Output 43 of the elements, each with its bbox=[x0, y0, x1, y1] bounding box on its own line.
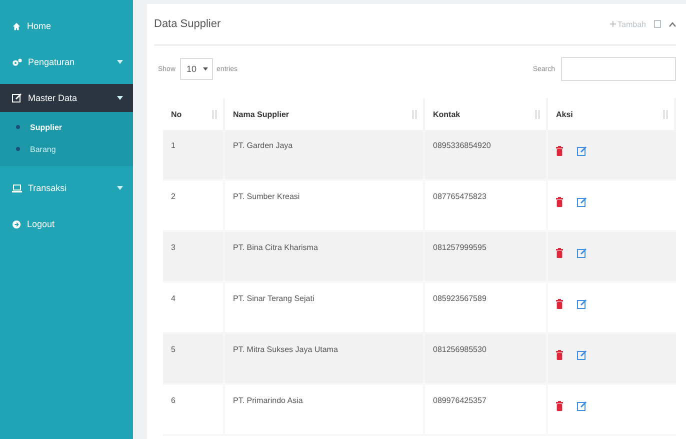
panel-title: Data Supplier bbox=[154, 18, 222, 30]
logout-icon bbox=[12, 220, 21, 228]
add-button[interactable]: Tambah bbox=[610, 20, 646, 28]
table-cell: 6 bbox=[163, 385, 225, 436]
table-cell: PT. Garden Jaya bbox=[225, 130, 425, 181]
bullet-icon bbox=[16, 125, 20, 129]
table-cell: 081256985530 bbox=[425, 334, 548, 385]
table-cell: 087765475823 bbox=[425, 181, 548, 232]
table-cell: 5 bbox=[163, 334, 225, 385]
laptop-icon bbox=[12, 184, 22, 192]
table-cell: PT. Bina Citra Kharisma bbox=[225, 232, 425, 283]
caret-icon bbox=[202, 67, 208, 71]
sidebar-item[interactable]: Logout bbox=[0, 210, 133, 238]
table-cell: 2 bbox=[163, 181, 225, 232]
sidebar-item[interactable]: Pengaturan bbox=[0, 48, 133, 76]
table-cell: 3 bbox=[163, 232, 225, 283]
search-field[interactable] bbox=[561, 57, 676, 81]
home-icon bbox=[12, 22, 21, 30]
settings-icon bbox=[12, 58, 22, 66]
page-size-select[interactable]: 10 bbox=[180, 58, 213, 80]
table-cell: PT. Mitra Sukses Jaya Utama bbox=[225, 334, 425, 385]
bullet-icon bbox=[16, 147, 20, 151]
table-cell: 4 bbox=[163, 283, 225, 334]
expand-icon[interactable] bbox=[654, 20, 661, 28]
table-cell: PT. Sumber Kreasi bbox=[225, 181, 425, 232]
caret-icon bbox=[117, 60, 123, 64]
collapse-icon[interactable] bbox=[669, 22, 676, 26]
table-cell: PT. Primarindo Asia bbox=[225, 385, 425, 436]
table-cell: PT. Sinar Terang Sejati bbox=[225, 283, 425, 334]
sidebar-item[interactable]: Master Data bbox=[0, 84, 133, 112]
submenu-item[interactable]: Supplier bbox=[0, 116, 133, 138]
table-cell: 081257999595 bbox=[425, 232, 548, 283]
table-cell: 089976425357 bbox=[425, 385, 548, 436]
table-cell: 1 bbox=[163, 130, 225, 181]
caret-icon bbox=[117, 96, 123, 100]
table-cell: 0895336854920 bbox=[425, 130, 548, 181]
caret-icon bbox=[117, 186, 123, 190]
table-cell: 085923567589 bbox=[425, 283, 548, 334]
edit-icon bbox=[12, 93, 22, 103]
sidebar-item[interactable]: Transaksi bbox=[0, 174, 133, 202]
plus-icon bbox=[610, 21, 616, 27]
sidebar-item[interactable]: Home bbox=[0, 12, 133, 40]
submenu-item[interactable]: Barang bbox=[0, 138, 133, 160]
